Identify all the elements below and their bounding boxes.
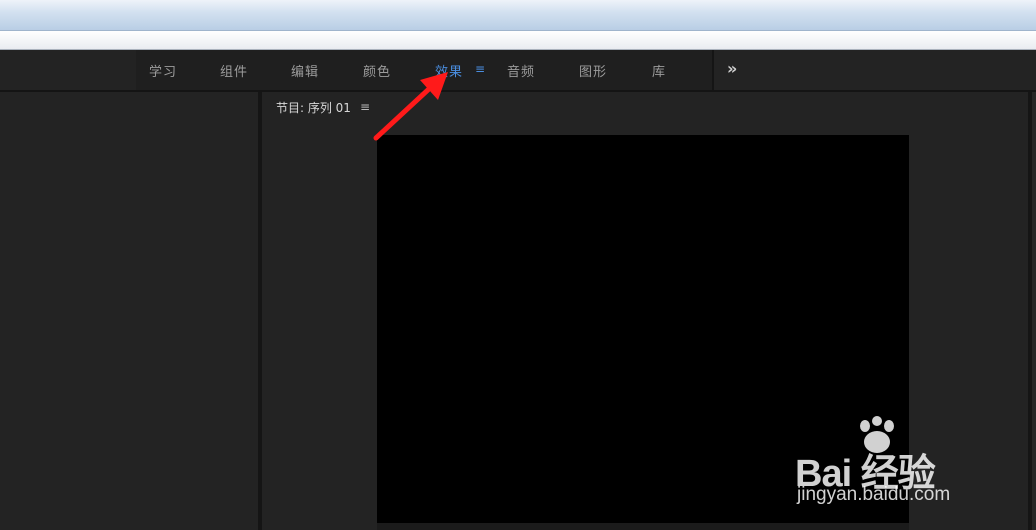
tab-effects-menu-icon[interactable]: ≡ [475, 62, 485, 76]
tab-editing[interactable]: 编辑 [291, 61, 319, 80]
tab-assembly[interactable]: 组件 [220, 61, 248, 80]
tab-libraries[interactable]: 库 [652, 61, 666, 80]
monitor-controls-strip [377, 523, 909, 530]
tab-graphics[interactable]: 图形 [579, 61, 607, 80]
baidu-watermark: Bai 经验 jingyan.baidu.com [795, 412, 995, 512]
left-panel [0, 92, 258, 530]
watermark-url: jingyan.baidu.com [797, 484, 951, 505]
workspace-divider [712, 50, 714, 90]
window-title-bar [0, 0, 1036, 31]
tab-learn[interactable]: 学习 [149, 61, 177, 80]
workspace-bar: 学习 组件 编辑 颜色 效果 ≡ 音频 图形 库 » [0, 50, 1036, 92]
tab-audio[interactable]: 音频 [507, 61, 535, 80]
program-monitor-title[interactable]: 节目: 序列 01 [276, 99, 351, 116]
right-panel [1032, 92, 1036, 530]
overflow-chevron-icon[interactable]: » [727, 59, 737, 78]
red-arrow-icon [373, 72, 448, 141]
window-menu-bar [0, 31, 1036, 50]
